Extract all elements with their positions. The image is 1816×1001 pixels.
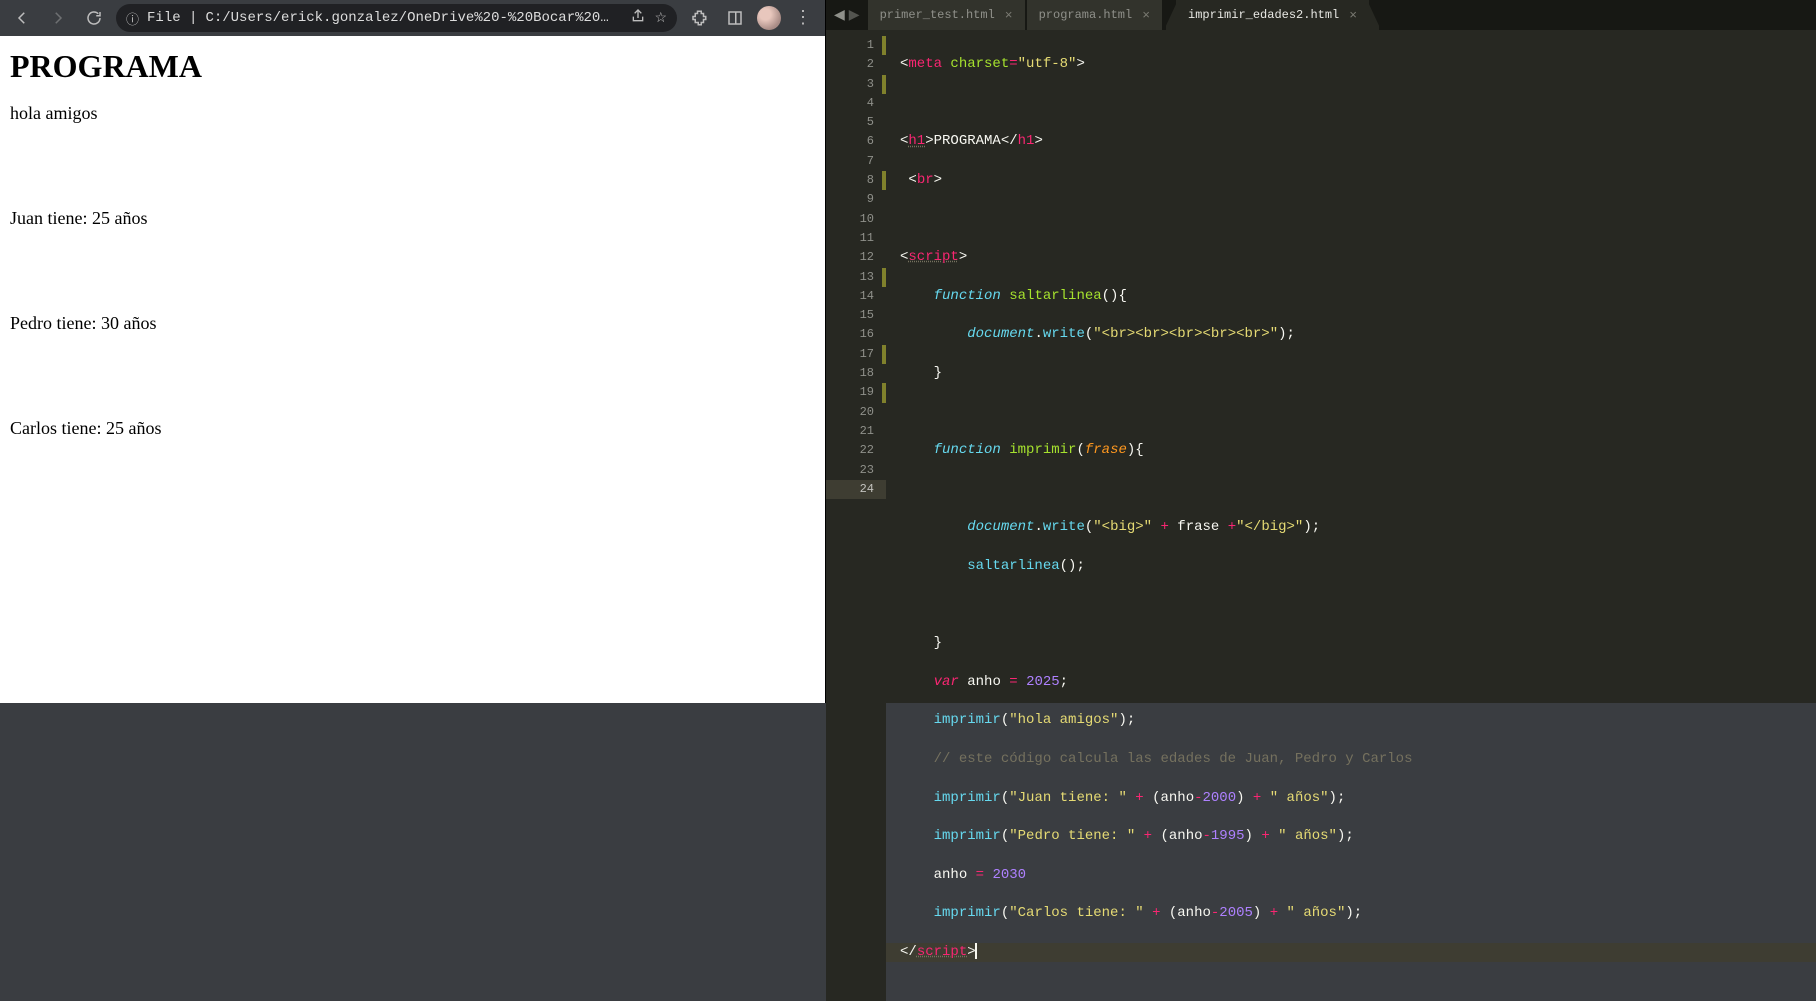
tab-label: primer_test.html [880, 8, 995, 22]
text-cursor [975, 943, 977, 959]
share-icon[interactable] [630, 8, 646, 29]
star-icon[interactable]: ☆ [654, 10, 667, 27]
browser-toolbar: ⓘ File | C:/Users/erick.gonzalez/OneDriv… [0, 0, 825, 36]
editor-tabbar: ◀ ▶ primer_test.html × programa.html × i… [826, 0, 1816, 30]
page-title: PROGRAMA [10, 48, 815, 85]
nav-back-button[interactable] [8, 4, 36, 32]
url-prefix: File | [147, 10, 197, 26]
nav-reload-button[interactable] [80, 4, 108, 32]
panel-toggle-button[interactable] [721, 4, 749, 32]
browser-pane: ⓘ File | C:/Users/erick.gonzalez/OneDriv… [0, 0, 826, 703]
tab-imprimir-edades2[interactable]: imprimir_edades2.html × [1176, 0, 1369, 30]
output-line: Pedro tiene: 30 años [10, 313, 815, 334]
editor-pane: ◀ ▶ primer_test.html × programa.html × i… [826, 0, 1816, 703]
output-line: Juan tiene: 25 años [10, 208, 815, 229]
tab-history-nav: ◀ ▶ [826, 7, 868, 24]
url-path: C:/Users/erick.gonzalez/OneDrive%20-%20B… [205, 10, 614, 26]
line-number-gutter: 1 2 3 4 5 6 7 8 9 10 11 12 13 14 15 16 1… [826, 30, 886, 1001]
address-bar[interactable]: ⓘ File | C:/Users/erick.gonzalez/OneDriv… [116, 4, 677, 32]
close-icon[interactable]: × [1005, 8, 1013, 23]
tab-programa[interactable]: programa.html × [1027, 0, 1162, 30]
tab-label: imprimir_edades2.html [1188, 8, 1339, 22]
extensions-button[interactable] [685, 4, 713, 32]
output-line: Carlos tiene: 25 años [10, 418, 815, 439]
output-line: hola amigos [10, 103, 815, 124]
info-icon: ⓘ [126, 9, 139, 28]
profile-avatar[interactable] [757, 6, 781, 30]
close-icon[interactable]: × [1142, 8, 1150, 23]
code-content[interactable]: <meta charset="utf-8"> <h1>PROGRAMA</h1>… [886, 30, 1816, 1001]
tab-primer-test[interactable]: primer_test.html × [868, 0, 1025, 30]
nav-forward-button[interactable] [44, 4, 72, 32]
tab-label: programa.html [1039, 8, 1133, 22]
tab-history-back[interactable]: ◀ [834, 7, 845, 24]
tab-history-forward[interactable]: ▶ [849, 7, 860, 24]
menu-button[interactable]: ⋮ [789, 4, 817, 32]
rendered-page: PROGRAMA hola amigos Juan tiene: 25 años… [0, 36, 825, 703]
close-icon[interactable]: × [1349, 8, 1357, 23]
code-area: 1 2 3 4 5 6 7 8 9 10 11 12 13 14 15 16 1… [826, 30, 1816, 1001]
